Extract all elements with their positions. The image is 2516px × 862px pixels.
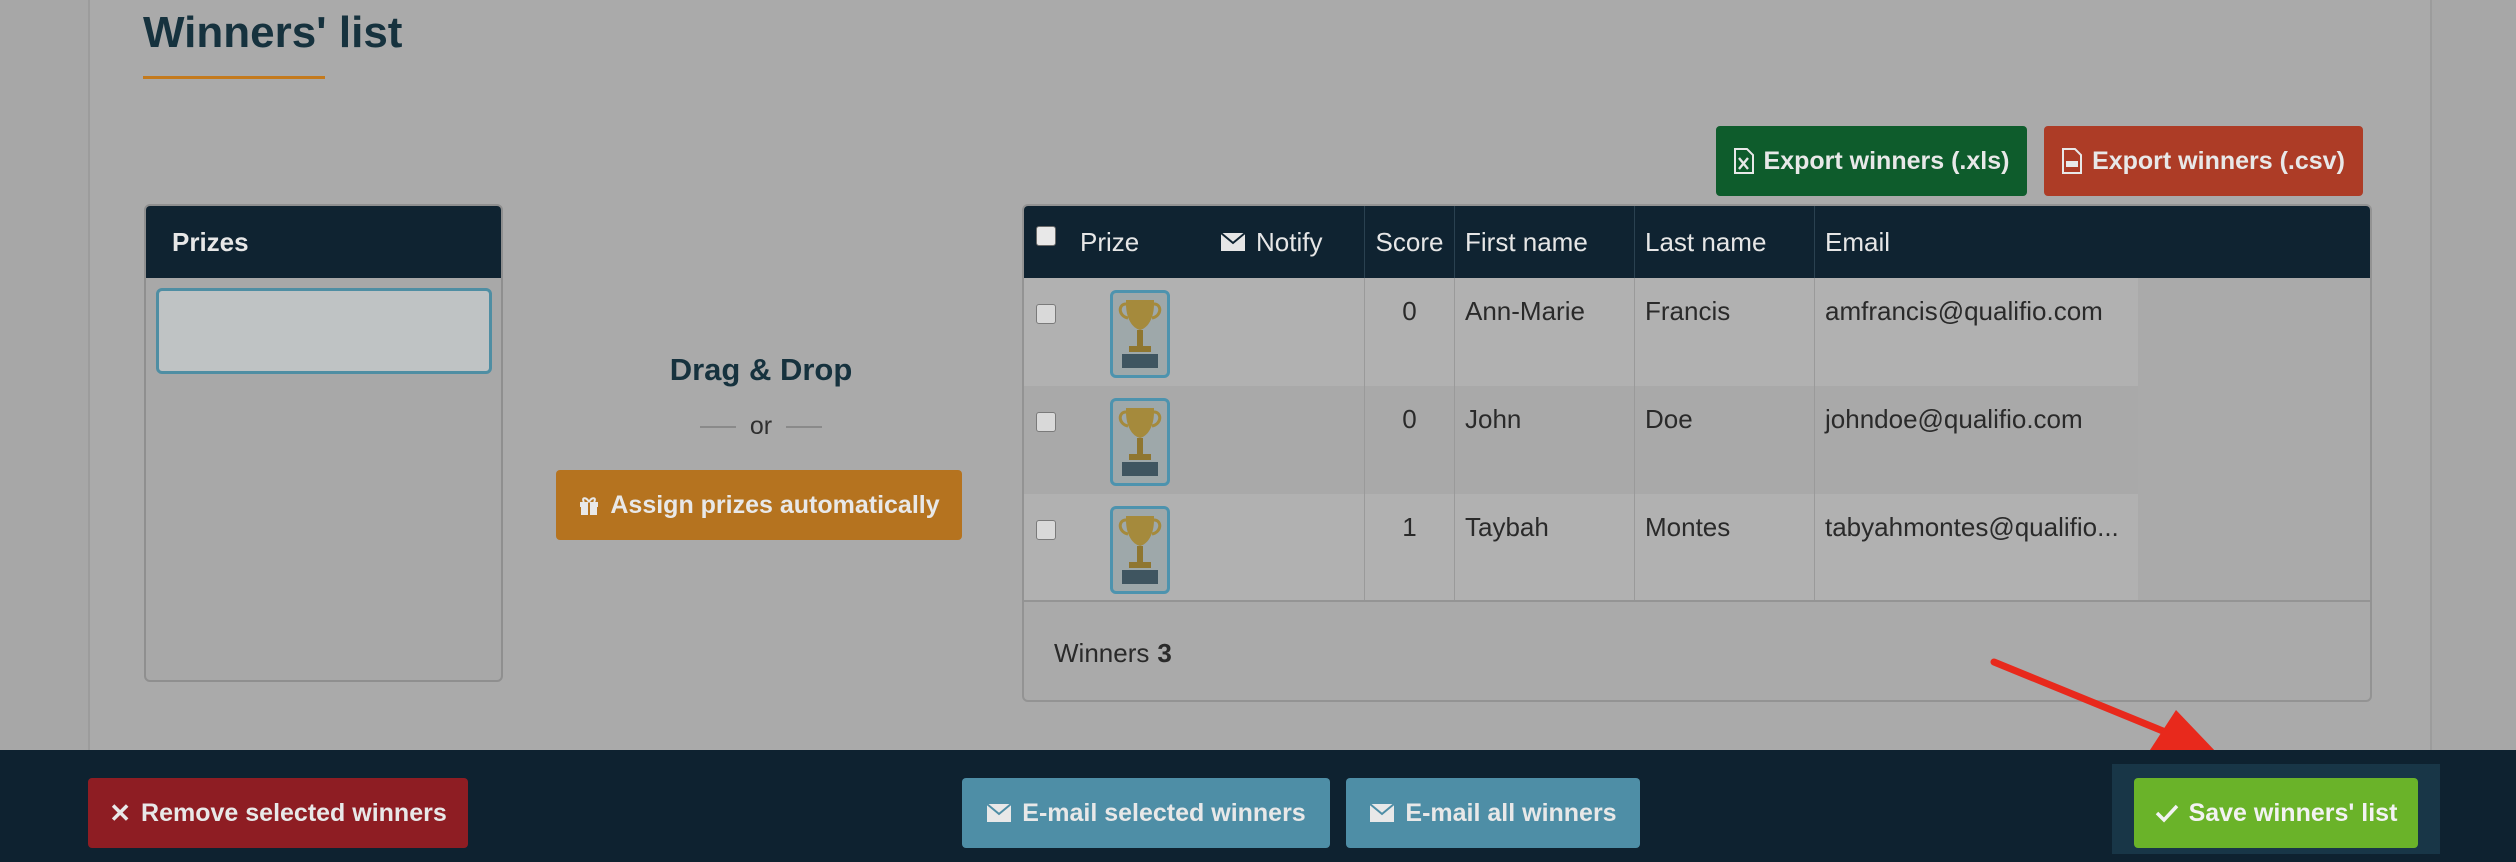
remove-selected-label: Remove selected winners [141, 798, 447, 827]
score-cell: 0 [1364, 386, 1454, 494]
last-name-cell: Doe [1634, 386, 1814, 494]
prizes-panel: Prizes [144, 204, 503, 682]
prizes-header: Prizes [146, 206, 501, 278]
email-link[interactable]: amfrancis@qualifio.com [1814, 278, 2138, 386]
email-link[interactable]: johndoe@qualifio.com [1814, 386, 2138, 494]
csv-file-icon [2062, 148, 2083, 174]
row-checkbox[interactable] [1036, 520, 1056, 540]
select-all-checkbox[interactable] [1036, 226, 1056, 246]
save-winners-label: Save winners' list [2188, 798, 2398, 827]
export-csv-button[interactable]: Export winners (.csv) [2044, 126, 2363, 196]
winners-table: Prize Notify Score First name Last name … [1022, 204, 2372, 702]
excel-file-icon [1733, 148, 1754, 174]
header-prize: Prize [1080, 226, 1140, 257]
assign-prizes-label: Assign prizes automatically [610, 490, 940, 519]
table-row[interactable]: 1 Taybah Montes tabyahmontes@qualifio... [1024, 494, 2138, 602]
trophy-icon[interactable] [1110, 506, 1170, 594]
close-icon: ✕ [109, 797, 132, 828]
header-notify-label: Notify [1256, 226, 1323, 257]
email-selected-button[interactable]: E-mail selected winners [962, 778, 1330, 848]
checkmark-icon [2155, 804, 2178, 823]
export-xls-button[interactable]: Export winners (.xls) [1716, 126, 2027, 196]
title-underline [143, 76, 325, 79]
assign-prizes-button[interactable]: Assign prizes automatically [556, 470, 962, 540]
header-last-name: Last name [1634, 206, 1814, 278]
first-name-cell: Ann-Marie [1454, 278, 1634, 386]
envelope-icon [1220, 232, 1246, 251]
row-checkbox[interactable] [1036, 412, 1056, 432]
winners-count: 3 [1157, 637, 1172, 668]
envelope-icon [986, 803, 1012, 822]
trophy-icon[interactable] [1110, 398, 1170, 486]
export-xls-label: Export winners (.xls) [1763, 146, 2010, 175]
row-checkbox[interactable] [1036, 304, 1056, 324]
gift-icon [580, 497, 599, 515]
header-email: Email [1814, 206, 2354, 278]
table-header: Prize Notify Score First name Last name … [1024, 206, 2370, 278]
score-cell: 1 [1364, 494, 1454, 602]
annotation-arrow-icon [1990, 658, 2218, 754]
prize-drop-slot[interactable] [156, 288, 492, 374]
page-title: Winners' list [143, 8, 403, 57]
first-name-cell: John [1454, 386, 1634, 494]
table-row[interactable]: 0 Ann-Marie Francis amfrancis@qualifio.c… [1024, 278, 2138, 386]
email-link[interactable]: tabyahmontes@qualifio... [1814, 494, 2138, 602]
email-all-label: E-mail all winners [1405, 798, 1617, 827]
last-name-cell: Montes [1634, 494, 1814, 602]
score-cell: 0 [1364, 278, 1454, 386]
trophy-icon[interactable] [1110, 290, 1170, 378]
header-score: Score [1364, 206, 1454, 278]
export-csv-label: Export winners (.csv) [2092, 146, 2345, 175]
divider-line [699, 425, 736, 428]
divider-line [786, 425, 823, 428]
envelope-icon [1369, 803, 1396, 822]
drag-drop-label: Drag & Drop [669, 352, 853, 387]
email-selected-label: E-mail selected winners [1022, 798, 1306, 827]
remove-selected-button[interactable]: ✕ Remove selected winners [88, 778, 468, 848]
save-winners-button[interactable]: Save winners' list [2134, 778, 2418, 848]
or-label: or [749, 412, 773, 440]
table-row[interactable]: 0 John Doe johndoe@qualifio.com [1024, 386, 2138, 494]
last-name-cell: Francis [1634, 278, 1814, 386]
first-name-cell: Taybah [1454, 494, 1634, 602]
header-first-name: First name [1454, 206, 1634, 278]
email-all-button[interactable]: E-mail all winners [1346, 778, 1640, 848]
winners-count-label: Winners [1054, 637, 1150, 668]
or-divider: or [556, 412, 966, 441]
